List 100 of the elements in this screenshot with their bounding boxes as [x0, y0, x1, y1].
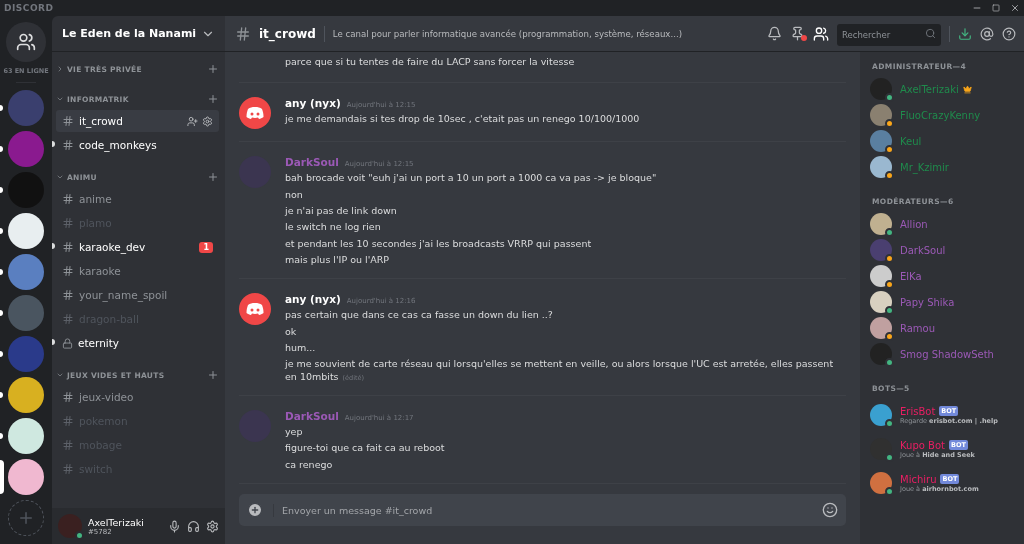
member-avatar[interactable] — [870, 156, 892, 178]
message-text: mais plus l'IP ou l'ARP — [285, 254, 391, 267]
chevron-down-icon — [56, 371, 64, 379]
message-text: ca renego — [285, 458, 334, 472]
download-icon[interactable] — [958, 26, 972, 41]
member-name[interactable]: Kupo Bot — [900, 439, 945, 451]
pin-icon[interactable] — [790, 26, 805, 41]
member-avatar[interactable] — [870, 213, 892, 235]
hash-icon — [235, 25, 251, 42]
maximize-icon[interactable] — [992, 4, 1000, 12]
member-avatar[interactable] — [870, 104, 892, 126]
channel-item[interactable]: your_name_spoil — [56, 284, 219, 306]
emoji-icon[interactable] — [822, 502, 838, 518]
settings-icon[interactable] — [206, 519, 219, 533]
add-channel-icon[interactable] — [207, 93, 219, 105]
message-text: je n'ai pas de link down — [285, 205, 398, 218]
search-field[interactable]: Rechercher — [837, 23, 941, 46]
member-avatar[interactable] — [870, 472, 892, 494]
channel-item[interactable]: karaoke — [56, 260, 219, 282]
message-author[interactable]: DarkSoul — [285, 156, 339, 169]
hash-icon — [62, 115, 74, 127]
message-author[interactable]: DarkSoul — [285, 410, 339, 423]
people-icon — [16, 32, 36, 52]
message-author[interactable]: any (nyx) — [285, 97, 341, 110]
member-avatar[interactable] — [870, 404, 892, 426]
chevron-down-icon — [56, 95, 64, 103]
search-icon — [925, 27, 936, 39]
member-avatar[interactable] — [870, 265, 892, 287]
member-name[interactable]: DarkSoul — [900, 244, 946, 256]
channel-item[interactable]: jeux-video — [56, 386, 219, 408]
bell-icon[interactable] — [767, 26, 782, 41]
member-name[interactable]: ElKa — [900, 270, 922, 282]
add-channel-icon[interactable] — [207, 171, 219, 183]
message-input[interactable]: Envoyer un message #it_crowd — [273, 503, 812, 517]
close-icon[interactable] — [1010, 3, 1020, 13]
server-icon[interactable] — [8, 377, 44, 413]
member-name[interactable]: ErisBot — [900, 405, 936, 417]
message-text: yep — [285, 426, 304, 439]
server-icon[interactable] — [8, 459, 44, 495]
channel-item[interactable]: anime — [56, 188, 219, 210]
member-avatar[interactable] — [870, 291, 892, 313]
message-field[interactable]: Envoyer un message #it_crowd — [239, 494, 846, 526]
channel-title: it_crowd — [259, 26, 316, 41]
members-icon[interactable] — [813, 25, 829, 42]
mention-badge: 1 — [199, 241, 213, 253]
message-text: je me demandais si tes drop de 10sec , c'etait pas un renego 10/100/1000 — [285, 113, 640, 126]
channel-item[interactable]: code_monkeys — [56, 134, 219, 156]
hash-icon — [62, 139, 74, 151]
message-text: et pendant les 10 secondes j'ai les broadcasts VRRP qui passent — [285, 237, 593, 251]
member-avatar[interactable] — [870, 438, 892, 460]
message-text: non — [285, 188, 304, 202]
chevron-down-icon — [56, 173, 64, 181]
hash-icon — [62, 217, 74, 229]
default-avatar-icon — [239, 97, 271, 130]
add-attachment-icon[interactable] — [247, 502, 263, 518]
message-author[interactable]: any (nyx) — [285, 293, 341, 306]
message-text: figure-toi que ca fait ca au reboot — [285, 442, 445, 455]
member-name[interactable]: AxelTerizaki — [900, 83, 959, 95]
member-avatar[interactable] — [870, 78, 892, 100]
help-icon[interactable] — [1002, 26, 1016, 41]
member-name[interactable]: Papy Shika — [900, 296, 955, 308]
member-name[interactable]: Ramou — [900, 322, 936, 334]
user-avatar[interactable] — [58, 514, 82, 538]
channel-item[interactable]: it_crowd — [56, 110, 219, 132]
server-icon[interactable] — [8, 213, 44, 249]
member-avatar[interactable] — [870, 239, 892, 261]
member-name[interactable]: Smog ShadowSeth — [900, 348, 994, 360]
hash-icon — [62, 241, 74, 253]
hash-icon — [62, 265, 74, 277]
plus-icon — [17, 509, 35, 527]
hash-icon — [62, 391, 74, 403]
invite-icon[interactable] — [187, 115, 198, 127]
member-avatar[interactable] — [870, 130, 892, 152]
member-name[interactable]: Keul — [900, 135, 922, 147]
server-icon[interactable] — [8, 418, 44, 454]
member-name[interactable]: Allion — [900, 218, 928, 230]
message-text: hum... — [285, 342, 317, 355]
message-text: ok — [285, 325, 298, 339]
hash-icon — [62, 439, 74, 451]
default-avatar-icon — [239, 293, 271, 326]
add-channel-icon[interactable] — [207, 369, 219, 381]
member-name[interactable]: FluoCrazyKenny — [900, 109, 981, 121]
message-text: le switch ne log rien — [285, 221, 382, 234]
channel-item[interactable]: eternity — [56, 332, 219, 354]
member-avatar[interactable] — [870, 343, 892, 365]
channel-topic: Le canal pour parler informatique avancée (programmation, système, réseaux...) — [332, 28, 683, 39]
microphone-icon[interactable] — [168, 519, 181, 533]
settings-icon[interactable] — [202, 115, 213, 127]
member-avatar[interactable] — [870, 317, 892, 339]
message-text: parce que si tu tentes de faire du LACP sans forcer la vitesse — [285, 56, 575, 69]
add-channel-icon[interactable] — [207, 63, 219, 75]
chevron-right-icon — [56, 65, 64, 73]
member-name[interactable]: Michiru — [900, 473, 937, 485]
message-text: pas certain que dans ce cas ca fasse un down du lien ..? — [285, 309, 554, 322]
mention-icon[interactable] — [980, 26, 994, 41]
member-name[interactable]: Mr_Kzimir — [900, 161, 949, 173]
message-text: bah brocade voit "euh j'ai un port a 10 un port a 1000 ca va pas -> je bloque" — [285, 172, 657, 185]
hash-icon — [62, 463, 74, 475]
headphones-icon[interactable] — [187, 519, 200, 533]
friends-button[interactable] — [6, 22, 46, 62]
